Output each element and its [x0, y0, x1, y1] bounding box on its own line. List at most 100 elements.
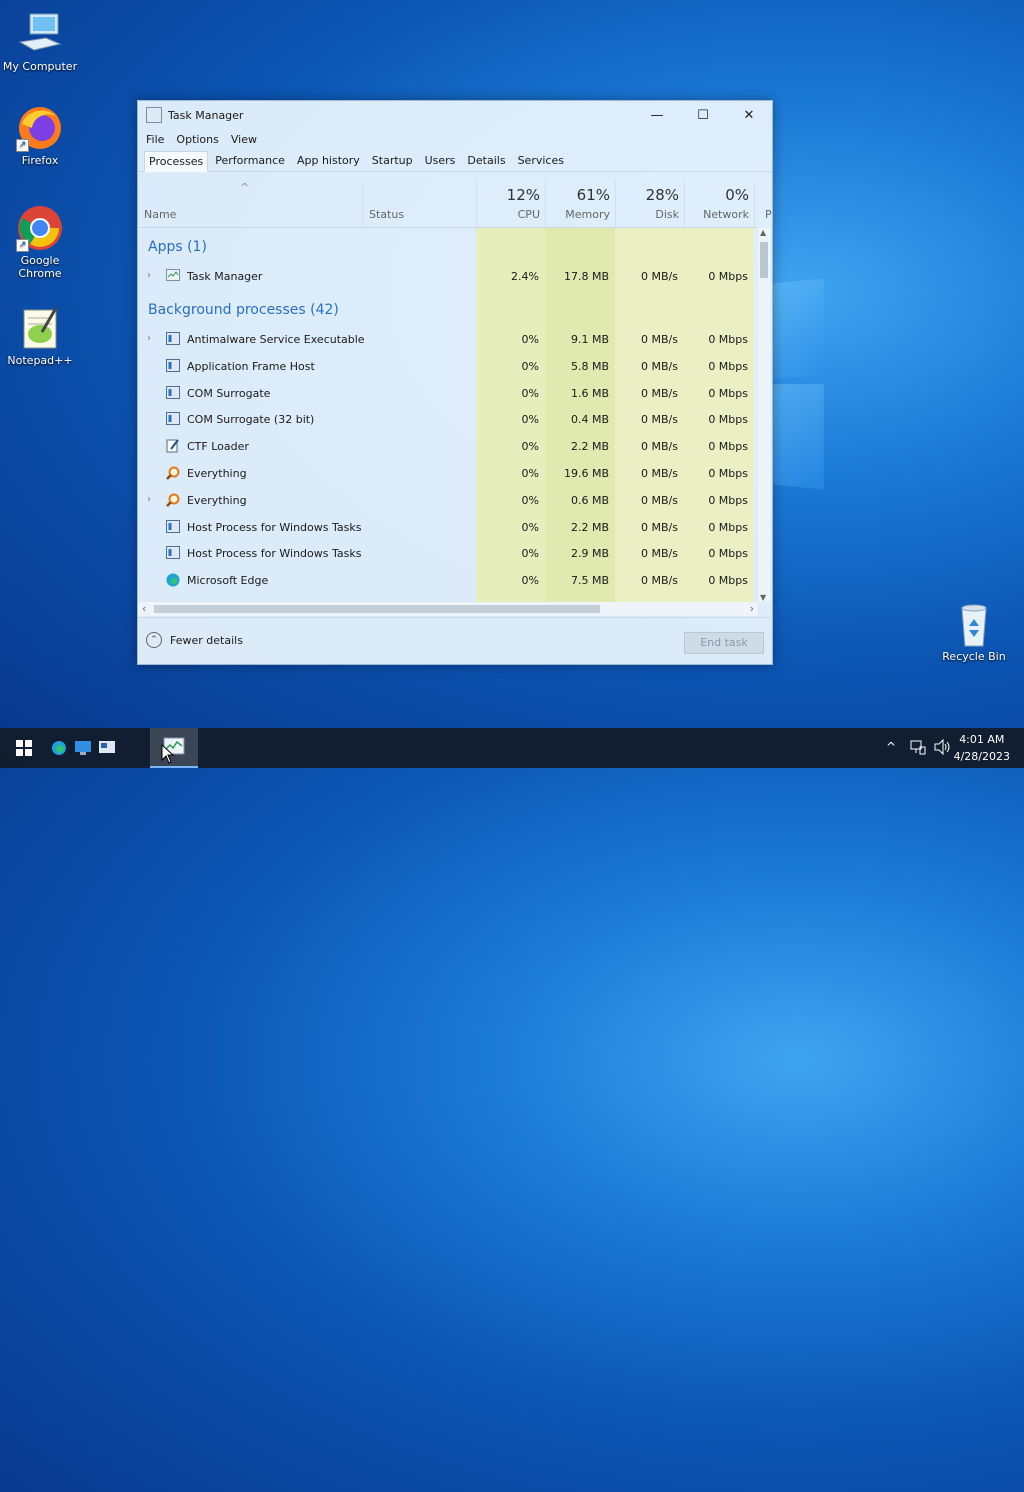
process-cpu-value: 0% [521, 386, 539, 400]
process-row[interactable]: Host Process for Windows Tasks 0% 2.9 MB 0 … [138, 540, 758, 567]
tab-services[interactable]: Services [513, 150, 569, 171]
scroll-down-icon[interactable]: ▼ [760, 593, 766, 602]
process-memory-value: 19.6 MB [563, 467, 609, 480]
taskbar-file-explorer-button[interactable] [72, 728, 94, 768]
close-button[interactable]: ✕ [726, 101, 772, 129]
edge-icon [166, 573, 180, 587]
process-cpu-value: 0% [521, 359, 539, 373]
process-row[interactable]: Host Process for Windows Tasks 0% 2.2 MB 0 … [138, 514, 758, 541]
end-task-button[interactable]: End task [684, 632, 764, 654]
process-disk-value: 0 MB/s [641, 386, 678, 400]
task-manager-icon [146, 107, 162, 123]
tab-performance[interactable]: Performance [210, 150, 290, 171]
taskbar-edge-button[interactable] [48, 728, 70, 768]
task-manager-icon [166, 269, 180, 282]
process-memory-value: 0.6 MB [570, 493, 609, 507]
group-header-background: Background processes (42) [148, 302, 339, 318]
column-header-memory[interactable]: 61% Memory [545, 181, 616, 227]
process-cpu-value: 0% [521, 440, 539, 454]
process-row[interactable]: COM Surrogate 0% 1.6 MB 0 MB/s 0 Mbps [138, 380, 758, 407]
process-cpu-value: 0% [521, 520, 539, 534]
horizontal-scroll-thumb[interactable] [154, 605, 600, 613]
desktop-icon-google-chrome[interactable]: ↗ Google Chrome [0, 204, 80, 280]
expand-chevron-icon[interactable]: › [147, 494, 151, 505]
desktop-icon-label: Notepad++ [7, 354, 73, 367]
vertical-scroll-thumb[interactable] [760, 242, 768, 278]
process-memory-value: 9.1 MB [570, 333, 609, 346]
column-header-network[interactable]: 0% Network [684, 181, 755, 227]
desktop-icon-notepad-plus-plus[interactable]: Notepad++ [0, 304, 80, 367]
minimize-button[interactable]: — [634, 101, 680, 129]
volume-icon[interactable] [934, 738, 952, 758]
tab-users[interactable]: Users [420, 150, 461, 171]
shortcut-arrow-icon: ↗ [16, 139, 29, 152]
expand-chevron-icon[interactable]: › [147, 270, 151, 281]
column-header-power[interactable]: P [754, 181, 772, 227]
process-memory-value: 7.5 MB [570, 574, 609, 588]
ctf-loader-icon [166, 439, 180, 453]
column-header-cpu[interactable]: 12% CPU [476, 181, 546, 227]
process-network-value: 0 Mbps [708, 413, 748, 427]
clock-date: 4/28/2023 [953, 750, 1010, 763]
menu-file[interactable]: File [146, 133, 164, 146]
title-bar[interactable]: Task Manager — ☐ ✕ [138, 101, 772, 129]
mouse-pointer-icon [161, 744, 175, 764]
system-clock[interactable]: 4:01 AM 4/28/2023 [954, 731, 1010, 765]
process-cpu-value: 2.4% [511, 270, 539, 283]
desktop-icon-recycle-bin[interactable]: Recycle Bin [934, 600, 1014, 663]
tab-processes[interactable]: Processes [144, 151, 209, 172]
process-row[interactable]: CTF Loader 0% 2.2 MB 0 MB/s 0 Mbps [138, 433, 758, 460]
tab-startup[interactable]: Startup [367, 150, 418, 171]
process-row[interactable]: › Everything 0% 0.6 MB 0 MB/s 0 Mbps [138, 487, 758, 514]
monitor-icon [75, 741, 91, 755]
column-header-disk[interactable]: 28% Disk [615, 181, 685, 227]
vertical-scrollbar[interactable]: ▲ ▼ [758, 228, 770, 602]
process-row[interactable]: COM Surrogate (32 bit) 0% 0.4 MB 0 MB/s 0 Mb… [138, 406, 758, 433]
service-icon [166, 385, 180, 399]
process-cpu-value: 0% [521, 333, 539, 346]
chevron-up-circle-icon: ⌃ [146, 632, 162, 648]
edge-icon [52, 741, 66, 755]
process-name: Microsoft Edge [187, 574, 269, 588]
fewer-details-button[interactable]: ⌃ Fewer details [146, 632, 243, 648]
process-name: Application Frame Host [187, 359, 315, 373]
scroll-up-icon[interactable]: ▲ [760, 228, 766, 237]
horizontal-scrollbar[interactable]: ‹ › [138, 602, 758, 616]
process-row[interactable]: › Task Manager 2.4% 17.8 MB 0 MB/s 0 Mbps [138, 263, 758, 290]
everything-search-icon [166, 466, 180, 480]
process-network-value: 0 Mbps [708, 493, 748, 507]
recycle-bin-icon [950, 600, 998, 648]
desktop-icon-my-computer[interactable]: My Computer [0, 10, 80, 73]
process-name: COM Surrogate [187, 386, 271, 400]
column-header-name[interactable]: Name [144, 208, 176, 221]
process-name: Host Process for Windows Tasks [187, 547, 362, 561]
task-manager-window[interactable]: Task Manager — ☐ ✕ File Options View Pro… [137, 100, 773, 665]
expand-chevron-icon[interactable]: › [147, 333, 151, 344]
process-row[interactable]: Everything 0% 19.6 MB 0 MB/s 0 Mbps [138, 460, 758, 487]
desktop-icon-firefox[interactable]: ↗ Firefox [0, 104, 80, 167]
start-button[interactable] [0, 728, 48, 768]
tab-strip: Processes Performance App history Startu… [138, 149, 772, 172]
process-row[interactable]: Application Frame Host 0% 5.8 MB 0 MB/s 0 Mb… [138, 353, 758, 380]
scroll-right-icon[interactable]: › [750, 602, 754, 615]
process-disk-value: 0 MB/s [641, 574, 678, 588]
scroll-left-icon[interactable]: ‹ [142, 602, 146, 615]
network-icon[interactable] [910, 739, 926, 758]
sort-ascending-icon: ^ [240, 181, 250, 194]
menu-options[interactable]: Options [176, 133, 218, 146]
process-disk-value: 0 MB/s [641, 520, 678, 534]
process-cpu-value: 0% [521, 413, 539, 427]
menu-bar: File Options View [138, 129, 772, 149]
process-row[interactable]: › Antimalware Service Executable 0% 9.1 MB 0… [138, 326, 758, 353]
column-header-status[interactable]: Status [362, 181, 477, 227]
process-network-value: 0 Mbps [708, 270, 748, 283]
taskbar-terminal-button[interactable] [96, 728, 118, 768]
tab-app-history[interactable]: App history [292, 150, 365, 171]
menu-view[interactable]: View [231, 133, 257, 146]
service-icon [166, 412, 180, 426]
maximize-button[interactable]: ☐ [680, 101, 726, 129]
process-row[interactable]: Microsoft Edge 0% 7.5 MB 0 MB/s 0 Mbps [138, 567, 758, 594]
process-name: Host Process for Windows Tasks [187, 520, 362, 534]
show-hidden-icons-chevron-icon[interactable]: ^ [886, 740, 896, 754]
tab-details[interactable]: Details [462, 150, 510, 171]
